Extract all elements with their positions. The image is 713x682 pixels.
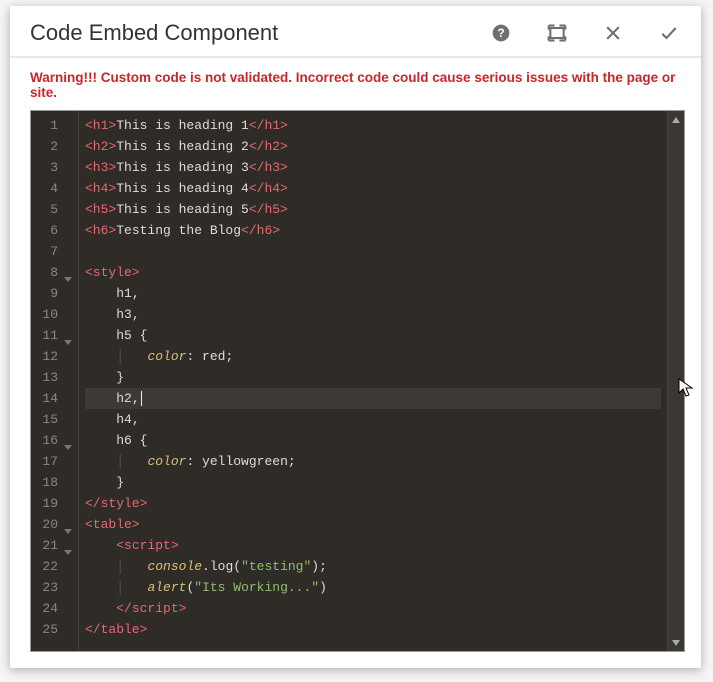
gutter-line: 14 [35,388,72,409]
code-line[interactable]: </script> [85,598,661,619]
gutter-line: 20 [35,514,72,535]
code-line[interactable]: │ color: yellowgreen; [85,451,661,472]
fold-icon [62,184,72,194]
fold-icon [62,604,72,614]
gutter-line: 5 [35,199,72,220]
fold-icon [62,415,72,425]
gutter-line: 6 [35,220,72,241]
warning-message: Warning!!! Custom code is not validated.… [10,58,701,110]
gutter-line: 16 [35,430,72,451]
code-line[interactable]: </style> [85,493,661,514]
fold-icon [62,373,72,383]
code-line[interactable]: │ console.log("testing"); [85,556,661,577]
code-line[interactable]: h5 { [85,325,661,346]
gutter-line: 23 [35,577,72,598]
fold-icon [62,562,72,572]
gutter-line: 21 [35,535,72,556]
fold-icon [62,394,72,404]
fold-icon [62,226,72,236]
dialog-header: Code Embed Component ? [10,6,701,58]
code-line[interactable]: <h1>This is heading 1</h1> [85,115,661,136]
code-line[interactable]: h3, [85,304,661,325]
fold-icon [62,457,72,467]
code-editor[interactable]: 1234567891011121314151617181920212223242… [30,110,685,652]
dialog-title: Code Embed Component [30,20,489,46]
fold-icon [62,583,72,593]
help-icon[interactable]: ? [489,21,513,45]
gutter-line: 4 [35,178,72,199]
code-line[interactable]: h2, [85,388,661,409]
gutter-line: 13 [35,367,72,388]
fold-icon [62,478,72,488]
header-actions: ? [489,21,681,45]
fold-icon [62,310,72,320]
fold-icon [62,289,72,299]
fold-icon [62,205,72,215]
gutter-line: 1 [35,115,72,136]
code-line[interactable]: │ alert("Its Working...") [85,577,661,598]
gutter-line: 12 [35,346,72,367]
scroll-up-icon[interactable] [668,111,684,128]
code-line[interactable]: </table> [85,619,661,640]
code-line[interactable]: h6 { [85,430,661,451]
gutter-line: 24 [35,598,72,619]
gutter-line: 19 [35,493,72,514]
svg-text:?: ? [497,27,504,40]
dialog: Code Embed Component ? Warning!!! Custom… [10,6,701,668]
code-line[interactable] [85,241,661,262]
fold-icon [62,142,72,152]
fullscreen-icon[interactable] [545,21,569,45]
gutter-line: 25 [35,619,72,640]
code-line[interactable]: <style> [85,262,661,283]
code-line[interactable]: │ color: red; [85,346,661,367]
code-line[interactable]: } [85,472,661,493]
fold-icon[interactable] [62,331,72,341]
gutter-line: 17 [35,451,72,472]
code-line[interactable]: <h3>This is heading 3</h3> [85,157,661,178]
code-line[interactable]: <script> [85,535,661,556]
gutter-line: 10 [35,304,72,325]
gutter-line: 22 [35,556,72,577]
fold-icon[interactable] [62,520,72,530]
code-line[interactable]: <table> [85,514,661,535]
fold-icon[interactable] [62,436,72,446]
fold-icon[interactable] [62,541,72,551]
gutter-line: 18 [35,472,72,493]
gutter-line: 15 [35,409,72,430]
gutter-line: 9 [35,283,72,304]
fold-icon [62,121,72,131]
code-line[interactable]: <h2>This is heading 2</h2> [85,136,661,157]
gutter-line: 3 [35,157,72,178]
gutter-line: 2 [35,136,72,157]
fold-icon [62,499,72,509]
scroll-down-icon[interactable] [668,634,684,651]
fold-icon [62,352,72,362]
fold-icon [62,625,72,635]
code-line[interactable]: } [85,367,661,388]
gutter-line: 8 [35,262,72,283]
fold-icon[interactable] [62,268,72,278]
gutter-line: 11 [35,325,72,346]
gutter-line: 7 [35,241,72,262]
close-icon[interactable] [601,21,625,45]
fold-icon [62,247,72,257]
fold-icon [62,163,72,173]
editor-code[interactable]: <h1>This is heading 1</h1><h2>This is he… [79,111,667,651]
code-line[interactable]: <h6>Testing the Blog</h6> [85,220,661,241]
editor-scrollbar[interactable] [667,111,684,651]
code-line[interactable]: h1, [85,283,661,304]
confirm-icon[interactable] [657,21,681,45]
code-line[interactable]: h4, [85,409,661,430]
code-line[interactable]: <h5>This is heading 5</h5> [85,199,661,220]
code-line[interactable]: <h4>This is heading 4</h4> [85,178,661,199]
editor-gutter: 1234567891011121314151617181920212223242… [31,111,79,651]
